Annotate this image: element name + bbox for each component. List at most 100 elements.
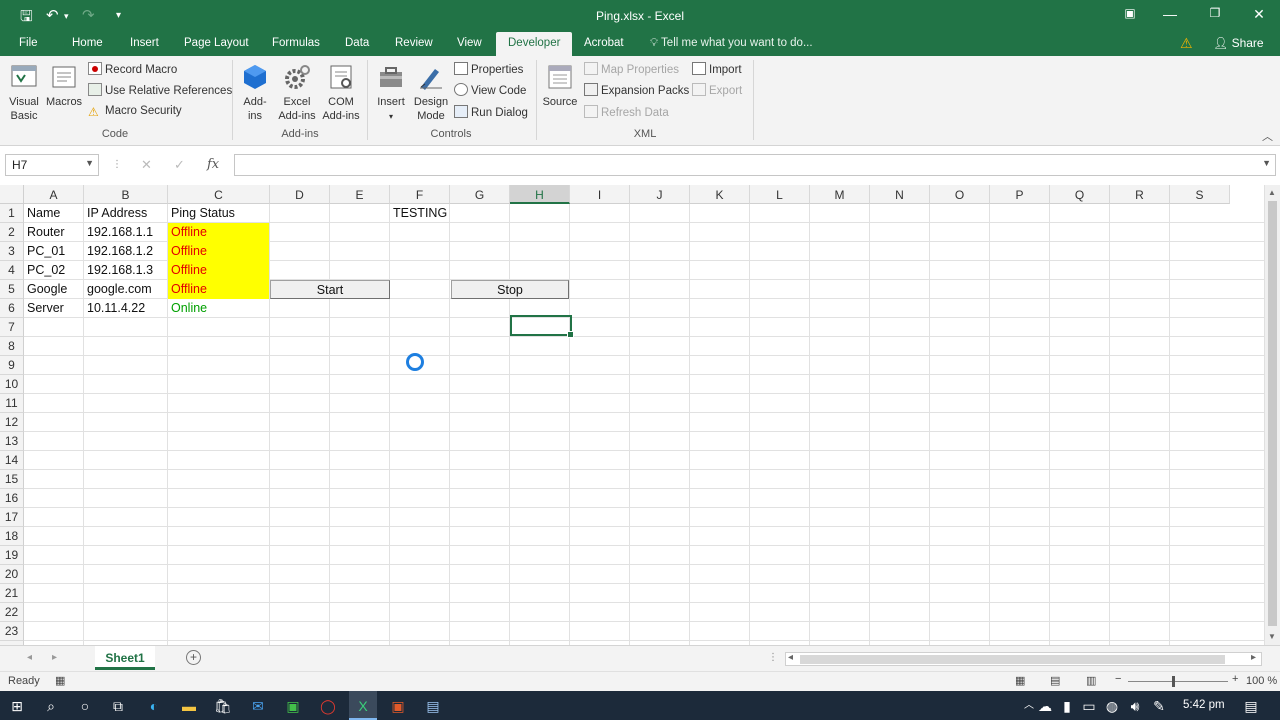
action-center-icon[interactable]: ▤ xyxy=(1242,697,1260,715)
row-header-23[interactable]: 23 xyxy=(0,622,24,641)
cell-b5[interactable]: google.com xyxy=(84,280,167,299)
column-header-m[interactable]: M xyxy=(810,185,870,204)
insert-control-button[interactable]: Insert ▾ xyxy=(374,62,408,124)
expansion-packs-button[interactable]: Expansion Packs xyxy=(584,83,689,97)
zoom-slider[interactable] xyxy=(1128,676,1228,687)
column-header-d[interactable]: D xyxy=(270,185,330,204)
task-view-icon[interactable]: ⧉ xyxy=(109,697,127,715)
search-icon[interactable]: ⌕ xyxy=(42,697,60,715)
cell-c5[interactable]: Offline xyxy=(168,280,269,299)
cell-a6[interactable]: Server xyxy=(24,299,83,318)
file-explorer-icon[interactable]: ▬ xyxy=(180,697,198,715)
tab-data[interactable]: Data xyxy=(345,37,369,49)
zoom-out-icon[interactable]: − xyxy=(1115,673,1121,685)
row-header-13[interactable]: 13 xyxy=(0,432,24,451)
horizontal-scroll-thumb[interactable] xyxy=(800,655,1225,664)
row-header-19[interactable]: 19 xyxy=(0,546,24,565)
column-header-p[interactable]: P xyxy=(990,185,1050,204)
row-header-2[interactable]: 2 xyxy=(0,223,24,242)
notepad-icon[interactable]: ▤ xyxy=(424,697,442,715)
cell-b4[interactable]: 192.168.1.3 xyxy=(84,261,167,280)
start-button[interactable]: Start xyxy=(270,280,390,299)
refresh-data-button[interactable]: Refresh Data xyxy=(584,105,669,119)
share-button[interactable]: 👤︎ Share xyxy=(1213,36,1264,50)
cell-b3[interactable]: 192.168.1.2 xyxy=(84,242,167,261)
ribbon-display-icon[interactable]: ▣ xyxy=(1120,6,1140,20)
excel-taskbar-icon[interactable]: X xyxy=(354,697,372,715)
column-header-c[interactable]: C xyxy=(168,185,270,204)
pen-icon[interactable]: ✎ xyxy=(1150,697,1168,715)
prev-sheet-icon[interactable]: ◂ xyxy=(27,652,32,663)
stop-button[interactable]: Stop xyxy=(451,280,569,299)
row-header-12[interactable]: 12 xyxy=(0,413,24,432)
zoom-slider-knob[interactable] xyxy=(1172,676,1175,687)
column-header-e[interactable]: E xyxy=(330,185,390,204)
row-header-22[interactable]: 22 xyxy=(0,603,24,622)
row-header-20[interactable]: 20 xyxy=(0,565,24,584)
tab-view[interactable]: View xyxy=(457,37,482,49)
tab-home[interactable]: Home xyxy=(72,37,103,49)
column-header-b[interactable]: B xyxy=(84,185,168,204)
row-header-5[interactable]: 5 xyxy=(0,280,24,299)
cell-a2[interactable]: Router xyxy=(24,223,83,242)
cell-c4[interactable]: Offline xyxy=(168,261,269,280)
sheet-tab-sheet1[interactable]: Sheet1 xyxy=(95,646,155,670)
select-all-corner[interactable] xyxy=(0,185,24,204)
column-header-j[interactable]: J xyxy=(630,185,690,204)
column-header-q[interactable]: Q xyxy=(1050,185,1110,204)
vertical-scrollbar[interactable]: ▲ ▼ xyxy=(1264,185,1280,645)
active-cell-h7[interactable] xyxy=(510,315,574,338)
cell-a4[interactable]: PC_02 xyxy=(24,261,83,280)
collapse-ribbon-icon[interactable]: ︿ xyxy=(1262,128,1273,144)
visual-basic-button[interactable]: Visual Basic xyxy=(6,62,42,123)
insert-function-icon[interactable]: fx xyxy=(207,157,219,172)
cell-a3[interactable]: PC_01 xyxy=(24,242,83,261)
record-macro-button[interactable]: Record Macro xyxy=(88,62,177,76)
cell-f1[interactable]: TESTING xyxy=(390,204,449,223)
tab-acrobat[interactable]: Acrobat xyxy=(584,37,624,49)
column-header-s[interactable]: S xyxy=(1170,185,1230,204)
export-button[interactable]: Export xyxy=(692,83,742,97)
tab-review[interactable]: Review xyxy=(395,37,433,49)
warning-icon[interactable]: ⚠ xyxy=(1180,35,1193,52)
column-header-l[interactable]: L xyxy=(750,185,810,204)
row-header-15[interactable]: 15 xyxy=(0,470,24,489)
row-header-18[interactable]: 18 xyxy=(0,527,24,546)
volume-icon[interactable]: 🔊︎ xyxy=(1126,697,1144,715)
column-header-h[interactable]: H xyxy=(510,185,570,204)
design-mode-button[interactable]: Design Mode xyxy=(412,62,450,123)
properties-button[interactable]: Properties xyxy=(454,62,523,76)
cell-c6[interactable]: Online xyxy=(168,299,269,318)
sheet-split-handle-icon[interactable]: ⋮ xyxy=(768,652,778,663)
tell-me-search[interactable]: 💡︎ Tell me what you want to do... xyxy=(650,37,813,50)
cell-c3[interactable]: Offline xyxy=(168,242,269,261)
macro-recording-icon[interactable]: ▦ xyxy=(55,674,65,687)
row-header-1[interactable]: 1 xyxy=(0,204,24,223)
scroll-right-icon[interactable]: ▸ xyxy=(1251,652,1256,663)
row-header-16[interactable]: 16 xyxy=(0,489,24,508)
restore-icon[interactable]: ❐ xyxy=(1205,6,1225,20)
worksheet-grid[interactable]: A B C D E F G H I J K L M N O P Q R S 1 2 3 4 5 6 7 8 9 10 11 12 13 14 15… xyxy=(0,185,1264,645)
tab-formulas[interactable]: Formulas xyxy=(272,37,320,49)
row-header-11[interactable]: 11 xyxy=(0,394,24,413)
enter-icon[interactable]: ✓ xyxy=(174,157,185,173)
windows-start-icon[interactable]: ⊞ xyxy=(8,697,26,715)
chevron-down-icon[interactable]: ▼ xyxy=(85,158,94,168)
column-header-f[interactable]: F xyxy=(390,185,450,204)
view-code-button[interactable]: View Code xyxy=(454,83,526,97)
row-header-8[interactable]: 8 xyxy=(0,337,24,356)
scroll-up-icon[interactable]: ▲ xyxy=(1268,188,1276,197)
column-header-o[interactable]: O xyxy=(930,185,990,204)
mail-icon[interactable]: ✉ xyxy=(249,697,267,715)
row-header-17[interactable]: 17 xyxy=(0,508,24,527)
cell-a1[interactable]: Name xyxy=(24,204,83,223)
cell-b6[interactable]: 10.11.4.22 xyxy=(84,299,167,318)
tab-developer[interactable]: Developer xyxy=(496,32,573,56)
row-header-7[interactable]: 7 xyxy=(0,318,24,337)
map-properties-button[interactable]: Map Properties xyxy=(584,62,679,76)
network-icon[interactable]: ▭ xyxy=(1080,697,1098,715)
page-break-view-icon[interactable]: ▥ xyxy=(1086,674,1096,687)
cortana-icon[interactable]: ○ xyxy=(76,697,94,715)
cell-b1[interactable]: IP Address xyxy=(84,204,167,223)
store-icon[interactable]: 🛍︎ xyxy=(214,697,232,715)
